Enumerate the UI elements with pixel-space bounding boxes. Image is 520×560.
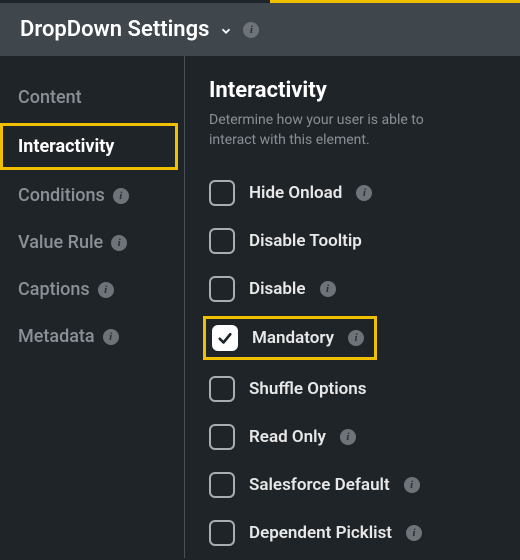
option-read-only: Read Only i xyxy=(209,416,496,458)
info-icon[interactable]: i xyxy=(243,22,259,38)
option-label: Mandatory xyxy=(252,328,334,348)
checkbox[interactable] xyxy=(209,424,235,450)
sidebar-item-value-rule[interactable]: Value Rule i xyxy=(0,219,184,266)
checkbox[interactable] xyxy=(209,376,235,402)
sidebar-item-conditions[interactable]: Conditions i xyxy=(0,172,184,219)
info-icon[interactable]: i xyxy=(103,329,119,345)
main-description: Determine how your user is able to inter… xyxy=(209,111,469,150)
body: ContentInteractivityConditionsiValue Rul… xyxy=(0,56,520,558)
info-icon[interactable]: i xyxy=(98,282,114,298)
option-disable-tooltip: Disable Tooltip xyxy=(209,220,496,262)
checkbox[interactable] xyxy=(209,472,235,498)
info-icon[interactable]: i xyxy=(404,477,420,493)
checkbox[interactable] xyxy=(212,325,238,351)
info-icon[interactable]: i xyxy=(406,525,422,541)
option-hide-onload: Hide Onload i xyxy=(209,172,496,214)
info-icon[interactable]: i xyxy=(356,185,372,201)
info-icon[interactable]: i xyxy=(111,235,127,251)
option-mandatory: Mandatory i xyxy=(203,316,377,360)
sidebar-item-label: Content xyxy=(18,87,82,108)
checkbox[interactable] xyxy=(209,180,235,206)
main-panel: Interactivity Determine how your user is… xyxy=(185,56,520,558)
option-shuffle-options: Shuffle Options xyxy=(209,368,496,410)
info-icon[interactable]: i xyxy=(348,330,364,346)
option-label: Read Only xyxy=(249,427,326,447)
sidebar-item-label: Conditions xyxy=(18,185,105,206)
info-icon[interactable]: i xyxy=(113,188,129,204)
sidebar-item-interactivity[interactable]: Interactivity xyxy=(0,123,178,170)
option-label: Hide Onload xyxy=(249,183,342,203)
chevron-down-icon[interactable] xyxy=(219,23,233,37)
sidebar-item-metadata[interactable]: Metadata i xyxy=(0,313,184,360)
option-label: Salesforce Default xyxy=(249,475,390,495)
header: DropDown Settings i xyxy=(0,3,520,56)
main-title: Interactivity xyxy=(209,78,496,103)
option-disable: Disable i xyxy=(209,268,496,310)
option-label: Disable xyxy=(249,279,306,299)
checkbox[interactable] xyxy=(209,228,235,254)
sidebar-item-label: Value Rule xyxy=(18,232,103,253)
options-list: Hide Onload i Disable Tooltip Disable i Manda… xyxy=(209,172,496,554)
header-title: DropDown Settings xyxy=(20,17,209,42)
checkbox[interactable] xyxy=(209,276,235,302)
sidebar-item-label: Metadata xyxy=(18,326,95,347)
option-salesforce-default: Salesforce Default i xyxy=(209,464,496,506)
info-icon[interactable]: i xyxy=(340,429,356,445)
sidebar: ContentInteractivityConditionsiValue Rul… xyxy=(0,56,185,558)
option-label: Disable Tooltip xyxy=(249,231,362,251)
checkbox[interactable] xyxy=(209,520,235,546)
sidebar-item-label: Interactivity xyxy=(18,136,114,157)
sidebar-item-label: Captions xyxy=(18,279,90,300)
option-label: Shuffle Options xyxy=(249,379,367,399)
option-label: Dependent Picklist xyxy=(249,523,392,543)
sidebar-item-captions[interactable]: Captions i xyxy=(0,266,184,313)
option-dependent-picklist: Dependent Picklist i xyxy=(209,512,496,554)
info-icon[interactable]: i xyxy=(320,281,336,297)
sidebar-item-content[interactable]: Content xyxy=(0,74,184,121)
